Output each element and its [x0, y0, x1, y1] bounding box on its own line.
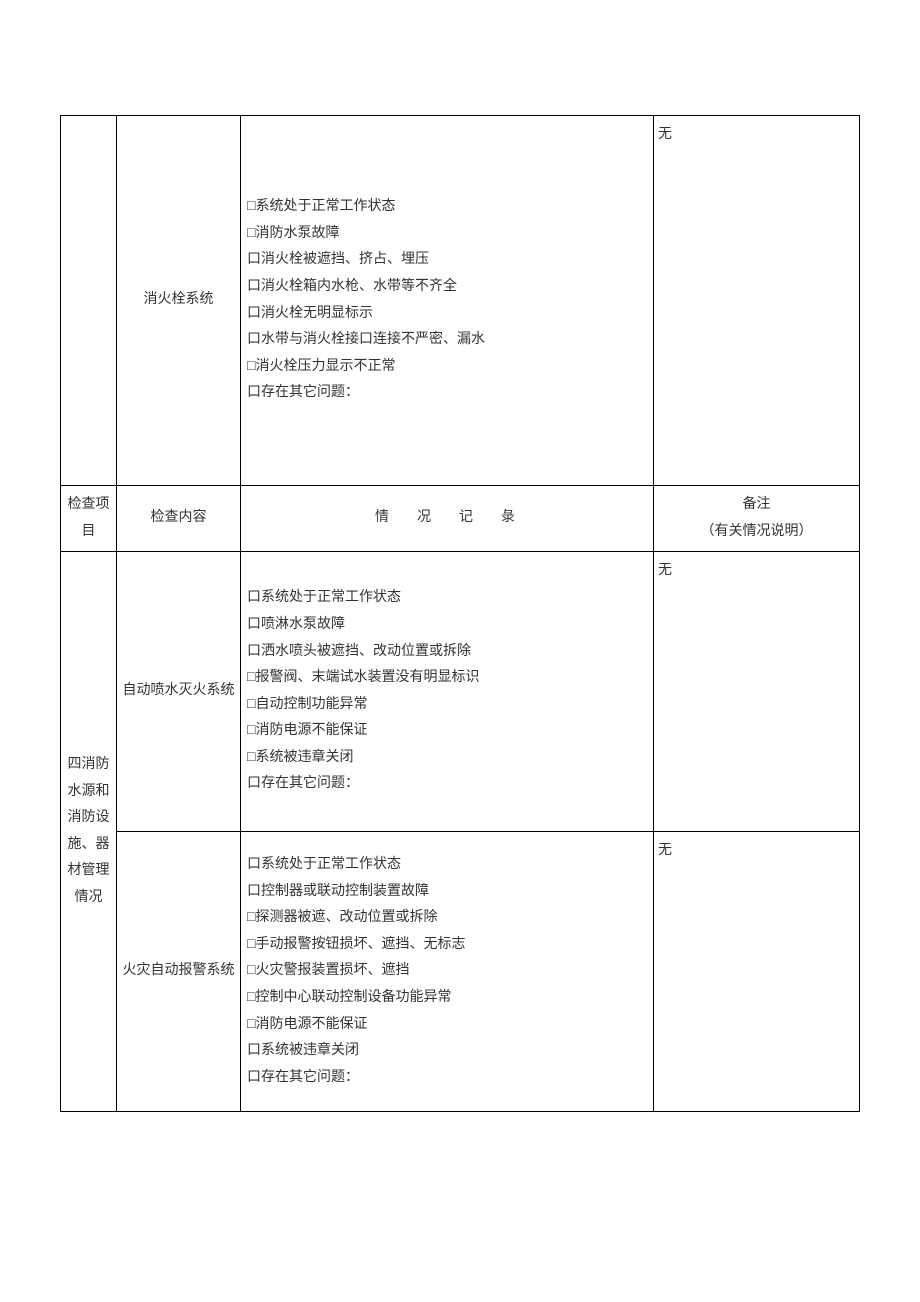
remark-cell: 无 — [654, 832, 860, 1112]
content-cell: 火灾自动报警系统 — [117, 832, 241, 1112]
check-item: □火灾警报装置损坏、遮挡 — [247, 958, 649, 985]
check-item: □探测器被遮、改动位置或拆除 — [247, 905, 649, 932]
header-row: 检查项目 检查内容 情况记彔 备注 （有关情况说明） — [61, 486, 860, 552]
record-cell: □系统处于正常工作状态 □消防水泵故障 口消火栓被遮挡、挤占、埋压 口消火栓箱内… — [241, 116, 654, 486]
table-row: 消火栓系统 □系统处于正常工作状态 □消防水泵故障 口消火栓被遮挡、挤占、埋压 … — [61, 116, 860, 486]
check-item: □消防电源不能保证 — [247, 1012, 649, 1039]
check-item: 口系统处于正常工作状态 — [247, 852, 649, 879]
header-content: 检查内容 — [117, 486, 241, 552]
check-item: 口消火栓无明显标示 — [247, 301, 649, 328]
check-item: □消火栓压力显示不正常 — [247, 354, 649, 381]
check-item: 口水带与消火栓接口连接不严密、漏水 — [247, 327, 649, 354]
table-row: 四消防水源和消防设施、器材管理情况 自动喷水灭火系统 口系统处于正常工作状态 口… — [61, 552, 860, 832]
check-item: □系统处于正常工作状态 — [247, 194, 649, 221]
check-item: 口存在其它问题： — [247, 1065, 649, 1092]
check-item: □手动报警按钮损坏、遮挡、无标志 — [247, 932, 649, 959]
check-item: 口系统处于正常工作状态 — [247, 585, 649, 612]
remark-cell: 无 — [654, 552, 860, 832]
header-remark: 备注 （有关情况说明） — [654, 486, 860, 552]
header-remark-line1: 备注 — [658, 492, 855, 519]
header-record: 情况记彔 — [241, 486, 654, 552]
project-cell-blank — [61, 116, 117, 486]
check-item: □消防电源不能保证 — [247, 718, 649, 745]
check-item: □自动控制功能异常 — [247, 692, 649, 719]
remark-cell: 无 — [654, 116, 860, 486]
project-cell-section: 四消防水源和消防设施、器材管理情况 — [61, 552, 117, 1112]
check-item: 口消火栓被遮挡、挤占、埋压 — [247, 247, 649, 274]
check-item: 口系统被违章关闭 — [247, 1038, 649, 1065]
check-item: □消防水泵故障 — [247, 221, 649, 248]
check-item: 口存在其它问题： — [247, 771, 649, 798]
table-row: 火灾自动报警系统 口系统处于正常工作状态 口控制器或联动控制装置故障 □探测器被… — [61, 832, 860, 1112]
check-item: 口控制器或联动控制装置故障 — [247, 879, 649, 906]
check-item: 口存在其它问题： — [247, 380, 649, 407]
header-remark-line2: （有关情况说明） — [658, 519, 855, 546]
content-cell: 自动喷水灭火系统 — [117, 552, 241, 832]
check-item: 口喷淋水泵故障 — [247, 612, 649, 639]
inspection-table: 消火栓系统 □系统处于正常工作状态 □消防水泵故障 口消火栓被遮挡、挤占、埋压 … — [60, 115, 860, 1112]
record-cell: 口系统处于正常工作状态 口控制器或联动控制装置故障 □探测器被遮、改动位置或拆除… — [241, 832, 654, 1112]
check-item: 口洒水喷头被遮挡、改动位置或拆除 — [247, 639, 649, 666]
check-item: □控制中心联动控制设备功能异常 — [247, 985, 649, 1012]
content-cell: 消火栓系统 — [117, 116, 241, 486]
check-item: □报警阀、末端试水装置没有明显标识 — [247, 665, 649, 692]
header-project: 检查项目 — [61, 486, 117, 552]
check-item: 口消火栓箱内水枪、水带等不齐全 — [247, 274, 649, 301]
check-item: □系统被违章关闭 — [247, 745, 649, 772]
record-cell: 口系统处于正常工作状态 口喷淋水泵故障 口洒水喷头被遮挡、改动位置或拆除 □报警… — [241, 552, 654, 832]
